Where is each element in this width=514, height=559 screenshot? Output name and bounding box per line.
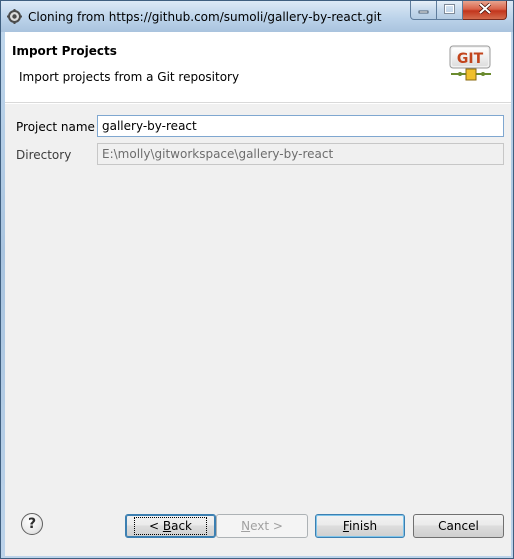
directory-field: E:\molly\gitworkspace\gallery-by-react: [97, 143, 504, 165]
project-name-input[interactable]: gallery-by-react: [97, 115, 504, 137]
maximize-icon: [444, 3, 455, 17]
help-button[interactable]: ?: [21, 513, 43, 535]
next-button[interactable]: Next >: [216, 514, 308, 538]
project-name-label: Project name: [16, 120, 95, 134]
close-icon: [478, 2, 491, 17]
finish-button-label: Finish: [342, 519, 378, 533]
back-button[interactable]: < Back: [125, 514, 216, 538]
dialog-window: Cloning from https://github.com/sumoli/g…: [0, 0, 514, 559]
cancel-button[interactable]: Cancel: [413, 514, 504, 538]
page-title: Import Projects: [12, 44, 117, 58]
close-button[interactable]: [463, 1, 507, 20]
page-description: Import projects from a Git repository: [19, 70, 240, 84]
finish-button[interactable]: Finish: [315, 514, 405, 538]
title-bar[interactable]: Cloning from https://github.com/sumoli/g…: [1, 1, 513, 32]
header-separator: [5, 103, 511, 104]
eclipse-gear-icon: [7, 9, 22, 24]
wizard-header: Import Projects Import projects from a G…: [5, 32, 511, 103]
git-logo-text: GIT: [457, 51, 484, 67]
git-logo-icon: GIT: [449, 44, 493, 84]
minimize-button[interactable]: [410, 1, 437, 20]
directory-label: Directory: [16, 148, 72, 162]
window-controls: [410, 1, 507, 21]
window-title: Cloning from https://github.com/sumoli/g…: [28, 10, 382, 24]
next-button-label: Next >: [241, 519, 283, 533]
dialog-body: Import Projects Import projects from a G…: [5, 32, 511, 556]
maximize-button[interactable]: [437, 1, 463, 20]
help-icon: ?: [27, 516, 37, 532]
minimize-icon: [418, 3, 429, 17]
back-button-label: < Back: [133, 517, 207, 535]
cancel-button-label: Cancel: [438, 519, 479, 533]
